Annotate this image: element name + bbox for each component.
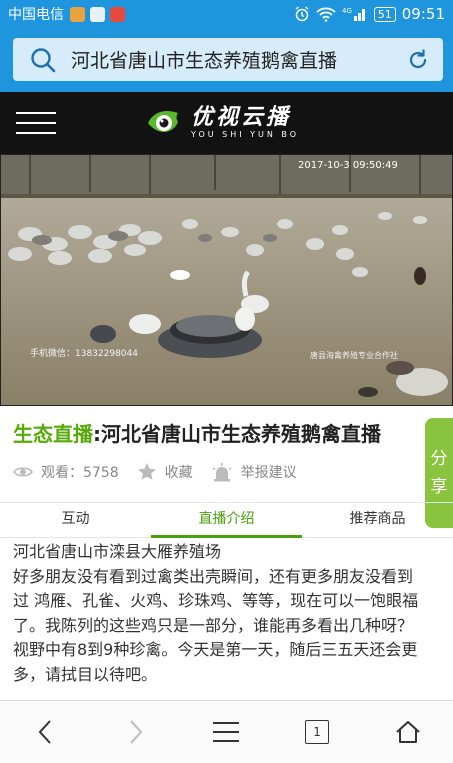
refresh-icon[interactable] <box>407 48 429 71</box>
menu-button[interactable] <box>206 712 246 752</box>
site-header: 优视云播 YOU SHI YUN BO <box>0 92 453 154</box>
search-query-text[interactable]: 河北省唐山市生态养殖鹅禽直播 <box>71 46 407 73</box>
notification-app-icon <box>70 6 85 22</box>
battery-indicator: 51 <box>373 6 396 22</box>
notification-alert-icon <box>110 6 125 22</box>
site-logo[interactable]: 优视云播 YOU SHI YUN BO <box>145 100 299 146</box>
tab-interaction[interactable]: 互动 <box>0 503 151 537</box>
live-video-player[interactable]: 2017-10-3 09:50:49 手机微信：13832298044 唐县海禽… <box>0 154 453 406</box>
star-icon <box>137 463 156 480</box>
svg-text:4G: 4G <box>342 7 352 15</box>
tab-recommended-products[interactable]: 推荐商品 <box>302 503 453 537</box>
hamburger-menu-icon[interactable] <box>16 112 56 134</box>
address-search-bar[interactable]: 河北省唐山市生态养殖鹅禽直播 <box>13 38 443 81</box>
tab-live-intro[interactable]: 直播介绍 <box>151 503 302 538</box>
video-timestamp: 2017-10-3 09:50:49 <box>298 160 398 171</box>
content-line: 了。我陈列的这些鸡只是一部分，谁能再多看出几种呀？ <box>13 615 414 635</box>
content-line: 河北省唐山市滦县大雁养殖场 <box>13 542 222 561</box>
title-separator: : <box>93 422 101 446</box>
status-bar: 中国电信 4G 51 09:51 <box>0 0 453 28</box>
back-button[interactable] <box>25 712 65 752</box>
views-count: 观看：5758 <box>41 465 119 481</box>
favorite-label[interactable]: 收藏 <box>165 462 193 482</box>
cellular-signal-icon: 4G <box>342 7 365 21</box>
carrier-label: 中国电信 <box>8 7 64 23</box>
wifi-icon <box>316 7 336 22</box>
notification-message-icon <box>90 6 105 22</box>
content-line: 多，请拭目以待吧。 <box>13 664 158 684</box>
stream-stats: 观看：5758 收藏 举报建议 <box>13 460 315 484</box>
report-label[interactable]: 举报建议 <box>241 462 297 482</box>
eye-icon <box>13 467 33 477</box>
eye-logo-icon <box>148 111 178 132</box>
video-watermark-org: 唐县海禽养殖专业合作社 <box>310 351 398 360</box>
siren-icon <box>212 463 232 482</box>
alarm-icon <box>295 6 309 22</box>
favorite-button[interactable]: 收藏 <box>137 462 193 482</box>
menu-lines-icon <box>213 722 240 742</box>
views-stat: 观看：5758 <box>13 462 119 482</box>
home-button[interactable] <box>388 712 428 752</box>
content-line: 好多朋友没有看到过禽类出壳瞬间，还有更多朋友没看到 <box>13 566 414 586</box>
browser-bottom-nav: 1 <box>0 700 453 763</box>
tabs-button[interactable]: 1 <box>297 712 337 752</box>
tab-count[interactable]: 1 <box>305 720 330 744</box>
stream-category-tag: 生态直播 <box>13 422 93 446</box>
stream-title: 生态直播:河北省唐山市生态养殖鹅禽直播 <box>13 418 381 447</box>
content-tabs: 互动 直播介绍 推荐商品 <box>0 502 453 538</box>
report-button[interactable]: 举报建议 <box>211 462 297 482</box>
chevron-left-icon <box>38 720 52 744</box>
home-icon <box>395 721 420 743</box>
stream-title-text: 河北省唐山市生态养殖鹅禽直播 <box>101 422 381 446</box>
logo-chinese-text: 优视云播 <box>191 104 292 130</box>
video-frame-image <box>0 154 453 406</box>
content-line: 过 鸿雁、孔雀、火鸡、珍珠鸡、等等，现在可以一饱眼福 <box>13 591 419 611</box>
forward-button[interactable] <box>116 712 156 752</box>
chevron-right-icon <box>130 720 143 744</box>
share-label-1[interactable]: 分 <box>431 445 448 473</box>
content-line: 视野中有8到9种珍禽。今天是第一天，随后三五天还会更 <box>13 640 418 660</box>
live-intro-content: 河北省唐山市滦县大雁养殖场 好多朋友没有看到过禽类出壳瞬间，还有更多朋友没看到 … <box>13 540 453 688</box>
share-label-2[interactable]: 享 <box>431 473 448 501</box>
search-icon[interactable] <box>29 46 57 74</box>
logo-english-text: YOU SHI YUN BO <box>191 130 300 139</box>
browser-toolbar: 河北省唐山市生态养殖鹅禽直播 <box>0 28 453 92</box>
video-watermark-contact: 手机微信：13832298044 <box>30 349 138 359</box>
clock: 09:51 <box>401 5 445 23</box>
